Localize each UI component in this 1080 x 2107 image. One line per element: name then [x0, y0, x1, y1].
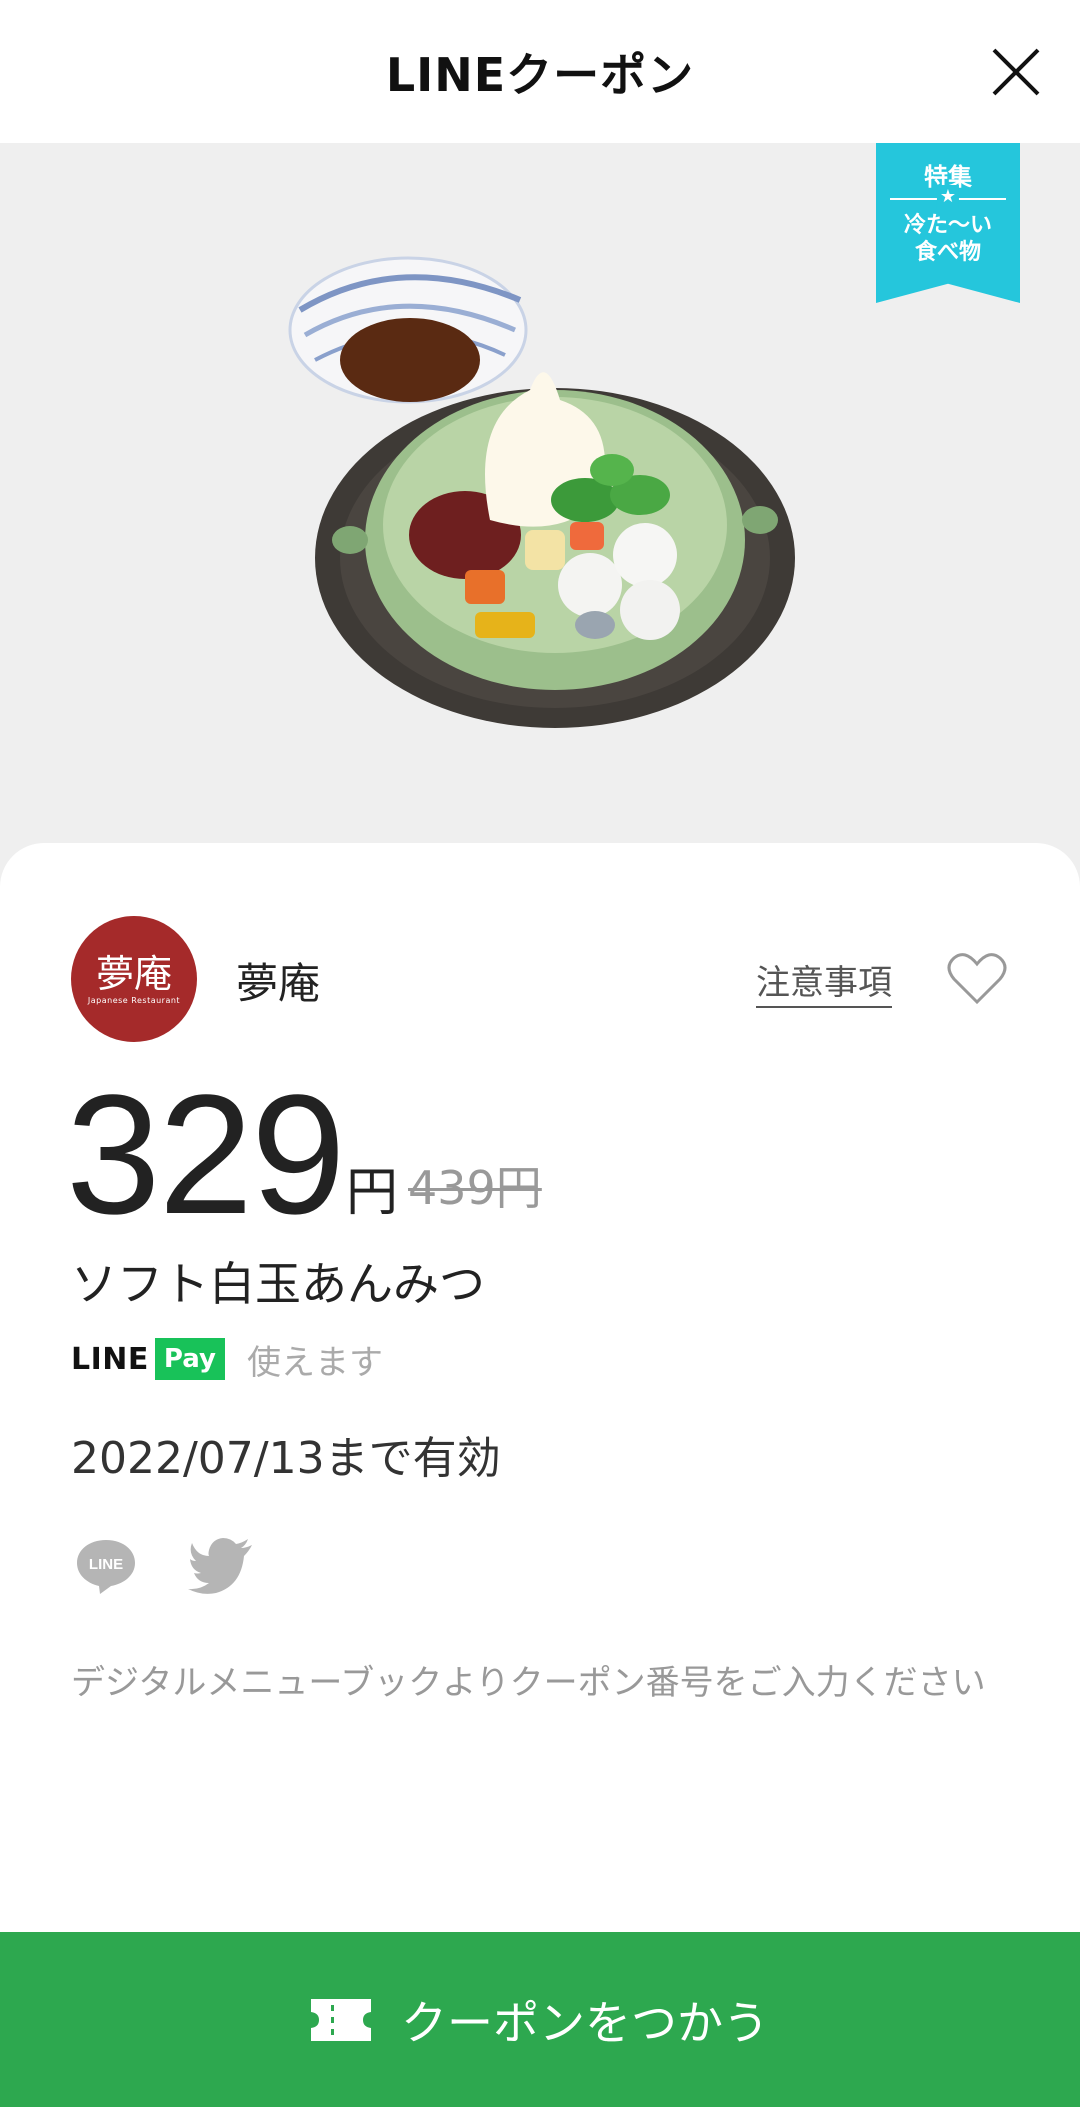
app-header: LINEクーポン — [0, 0, 1080, 143]
shop-name: 夢庵 — [236, 959, 321, 1008]
feature-badge: 特集 ★ 冷た〜い 食べ物 — [876, 143, 1020, 303]
use-coupon-label: クーポンをつかう — [401, 1995, 769, 2050]
shop-logo-text: 夢庵 — [95, 951, 172, 996]
ticket-icon — [311, 1998, 371, 2041]
header-title: LINEクーポン — [385, 47, 695, 102]
line-share-icon[interactable]: LINE — [74, 1536, 138, 1596]
badge-divider: ★ — [890, 185, 1006, 209]
badge-text-line2: 食べ物 — [914, 240, 981, 265]
line-pay-logo-line: LINE — [71, 1341, 149, 1377]
heart-icon[interactable] — [946, 950, 1008, 1006]
price-currency: 円 — [346, 1163, 399, 1223]
shop-logo: 夢庵 Japanese Restaurant — [71, 916, 197, 1042]
close-icon[interactable] — [990, 46, 1042, 98]
usage-note: デジタルメニューブックよりクーポン番号をご入力ください — [71, 1663, 986, 1703]
svg-text:LINE: LINE — [89, 1556, 123, 1573]
star-icon: ★ — [936, 185, 960, 209]
price-value: 329 — [66, 1060, 346, 1250]
validity-date: 2022/07/13まで有効 — [71, 1433, 501, 1484]
twitter-share-icon[interactable] — [188, 1538, 254, 1594]
line-pay-usable-text: 使えます — [246, 1342, 383, 1383]
original-price: 439円 — [408, 1161, 542, 1215]
line-pay-badge: LINE Pay 使えます — [71, 1338, 383, 1383]
use-coupon-button[interactable]: クーポンをつかう — [0, 1932, 1080, 2107]
notes-link[interactable]: 注意事項 — [756, 955, 892, 1008]
line-pay-logo-pay: Pay — [154, 1338, 225, 1380]
product-name: ソフト白玉あんみつ — [71, 1257, 485, 1311]
badge-text-line1: 冷た〜い — [903, 213, 992, 238]
shop-logo-subtext: Japanese Restaurant — [87, 995, 181, 1005]
